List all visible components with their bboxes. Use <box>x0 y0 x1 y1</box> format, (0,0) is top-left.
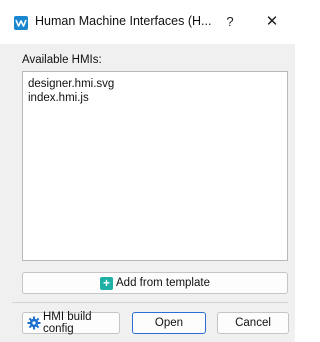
open-label: Open <box>154 317 184 329</box>
list-item[interactable]: designer.hmi.svg <box>28 77 282 91</box>
gear-icon <box>27 316 41 330</box>
add-from-template-button[interactable]: + Add from template <box>22 272 288 294</box>
close-button[interactable]: ✕ <box>260 10 284 34</box>
hmi-build-config-button[interactable]: HMI build config <box>22 311 120 335</box>
cancel-button[interactable]: Cancel <box>217 312 289 334</box>
help-button[interactable]: ? <box>218 10 242 34</box>
list-item[interactable]: index.hmi.js <box>28 91 282 105</box>
app-logo-icon <box>14 16 28 30</box>
add-from-template-label: Add from template <box>116 277 210 289</box>
hmi-build-config-label: HMI build config <box>43 311 92 335</box>
available-hmis-label: Available HMIs: <box>22 54 102 66</box>
open-button[interactable]: Open <box>132 312 206 334</box>
hmi-dialog: Human Machine Interfaces (H... ? ✕ Avail… <box>0 0 295 342</box>
window-title: Human Machine Interfaces (H... <box>35 14 212 28</box>
hmi-list[interactable]: designer.hmi.svg index.hmi.js <box>22 71 288 261</box>
plus-icon: + <box>100 276 114 290</box>
title-bar: Human Machine Interfaces (H... ? ✕ <box>0 0 295 44</box>
separator <box>12 302 288 303</box>
cancel-label: Cancel <box>235 317 271 329</box>
